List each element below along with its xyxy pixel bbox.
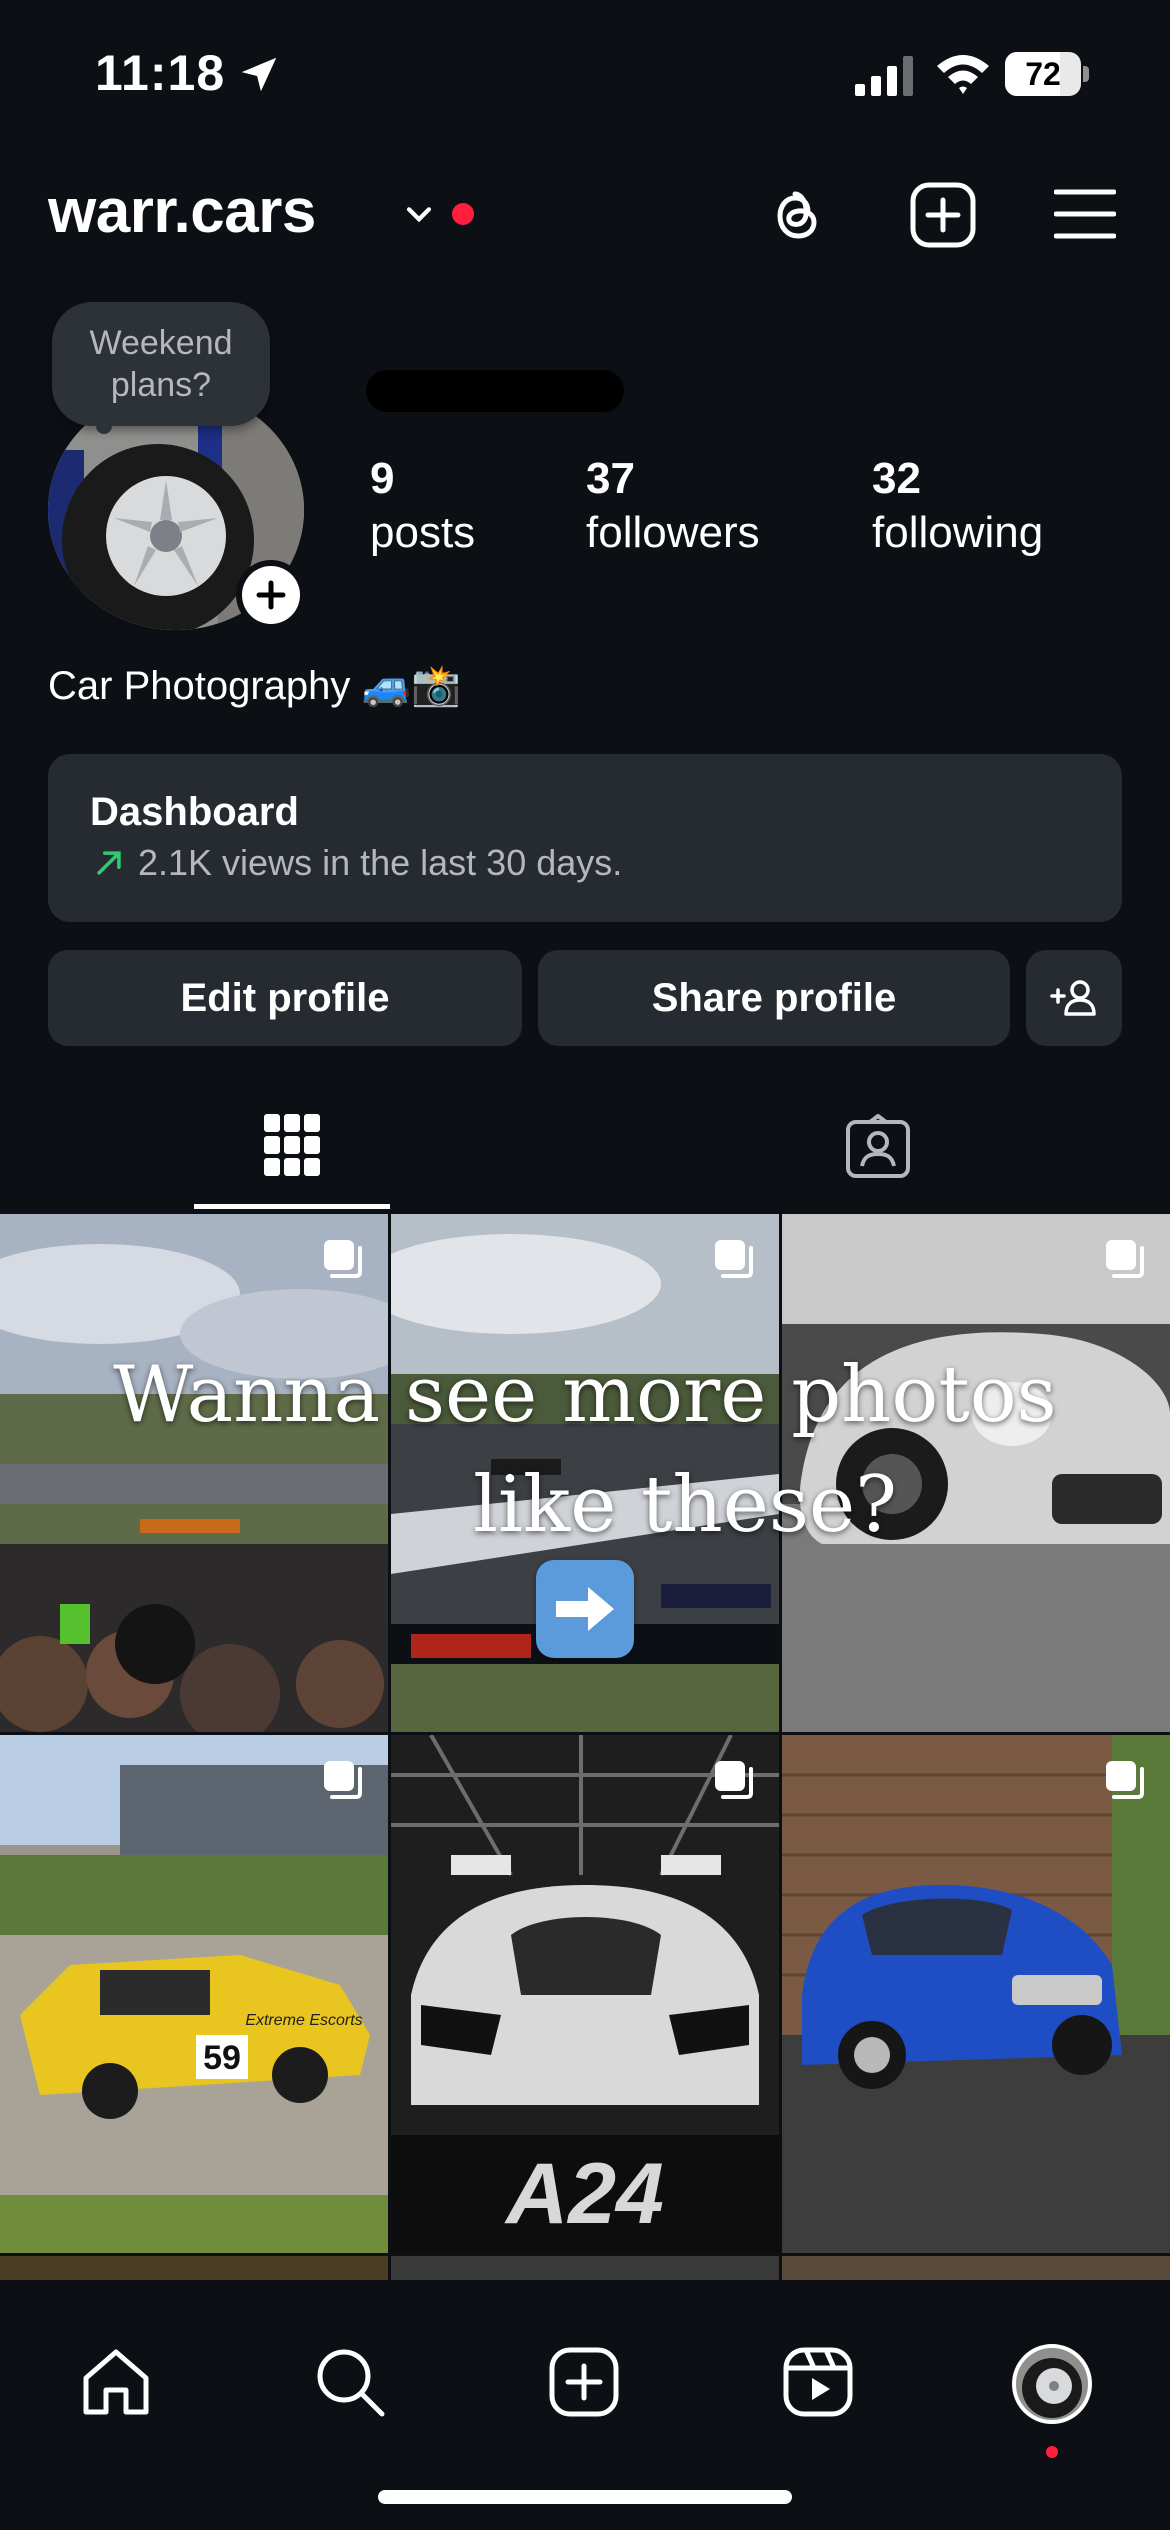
trend-up-icon bbox=[97, 851, 121, 875]
battery-indicator: 72 bbox=[1005, 52, 1091, 96]
following-label: following bbox=[872, 508, 1044, 557]
post-thumbnail-5[interactable]: A24 bbox=[391, 1735, 779, 2253]
multiple-photos-icon bbox=[715, 1240, 753, 1278]
grid-tab-icon[interactable] bbox=[262, 1110, 322, 1180]
multiple-photos-icon bbox=[1106, 1240, 1144, 1278]
followers-label: followers bbox=[586, 508, 760, 557]
create-icon[interactable] bbox=[546, 2344, 622, 2420]
post-thumbnail-6[interactable] bbox=[782, 1735, 1170, 2253]
wifi-icon bbox=[937, 55, 989, 94]
right-arrow-icon bbox=[556, 1587, 614, 1631]
threads-icon[interactable] bbox=[762, 180, 832, 250]
cellular-signal-icon bbox=[855, 56, 913, 96]
multiple-photos-icon bbox=[715, 1761, 753, 1799]
posts-stat[interactable]: 9 posts bbox=[370, 452, 475, 560]
multiple-photos-icon bbox=[1106, 1761, 1144, 1799]
tagged-tab-icon[interactable] bbox=[844, 1114, 912, 1180]
redacted-name bbox=[366, 370, 624, 412]
share-profile-button[interactable]: Share profile bbox=[538, 950, 1010, 1046]
a24-banner-text: A24 bbox=[504, 2146, 664, 2242]
plus-icon bbox=[256, 580, 286, 610]
right-arrow-emoji bbox=[536, 1560, 634, 1658]
edit-profile-button[interactable]: Edit profile bbox=[48, 950, 522, 1046]
reels-icon[interactable] bbox=[780, 2344, 856, 2420]
dashboard-card[interactable]: Dashboard 2.1K views in the last 30 days… bbox=[48, 754, 1122, 922]
discover-people-button[interactable] bbox=[1026, 950, 1122, 1046]
post-thumbnail-8[interactable] bbox=[391, 2256, 779, 2280]
dashboard-title: Dashboard bbox=[90, 790, 299, 834]
post-thumbnail-7[interactable] bbox=[0, 2256, 388, 2280]
following-stat[interactable]: 32 following bbox=[872, 452, 1043, 560]
note-tail bbox=[96, 418, 112, 434]
post-thumbnail-4[interactable]: 59 Extreme Escorts bbox=[0, 1735, 388, 2253]
rally-number: 59 bbox=[203, 2039, 241, 2077]
location-arrow-icon bbox=[241, 57, 277, 92]
grid-overlay-text: Wanna see more photos like these? bbox=[0, 1340, 1170, 1560]
followers-stat[interactable]: 37 followers bbox=[586, 452, 760, 560]
battery-level: 72 bbox=[1025, 56, 1061, 92]
add-person-icon bbox=[1050, 980, 1096, 1016]
profile-nav-avatar[interactable] bbox=[1012, 2344, 1092, 2424]
rally-brand: Extreme Escorts bbox=[245, 2012, 362, 2029]
home-icon[interactable] bbox=[78, 2344, 154, 2420]
menu-icon[interactable] bbox=[1054, 186, 1116, 242]
posts-label: posts bbox=[370, 508, 476, 557]
search-icon[interactable] bbox=[312, 2344, 388, 2420]
profile-bio: Car Photography 🚙📸 bbox=[48, 664, 462, 708]
profile-note[interactable]: Weekend plans? bbox=[52, 302, 270, 426]
followers-count: 37 bbox=[586, 454, 635, 503]
post-thumbnail-9[interactable] bbox=[782, 2256, 1170, 2280]
multiple-photos-icon bbox=[324, 1761, 362, 1799]
active-tab-indicator bbox=[194, 1204, 390, 1209]
add-story-button[interactable] bbox=[236, 560, 306, 630]
following-count: 32 bbox=[872, 454, 921, 503]
overlay-line-1: Wanna see more photos bbox=[113, 1350, 1057, 1440]
home-indicator[interactable] bbox=[378, 2490, 792, 2504]
chevron-down-icon[interactable] bbox=[402, 198, 436, 232]
multiple-photos-icon bbox=[324, 1240, 362, 1278]
create-post-icon[interactable] bbox=[908, 180, 978, 250]
dashboard-subtitle: 2.1K views in the last 30 days. bbox=[138, 842, 623, 883]
overlay-line-2: like these? bbox=[473, 1460, 897, 1550]
posts-count: 9 bbox=[370, 454, 395, 503]
profile-username[interactable]: warr.cars bbox=[48, 176, 316, 247]
status-time: 11:18 bbox=[95, 45, 226, 101]
profile-notification-dot bbox=[1046, 2446, 1058, 2458]
notification-dot bbox=[452, 203, 474, 225]
